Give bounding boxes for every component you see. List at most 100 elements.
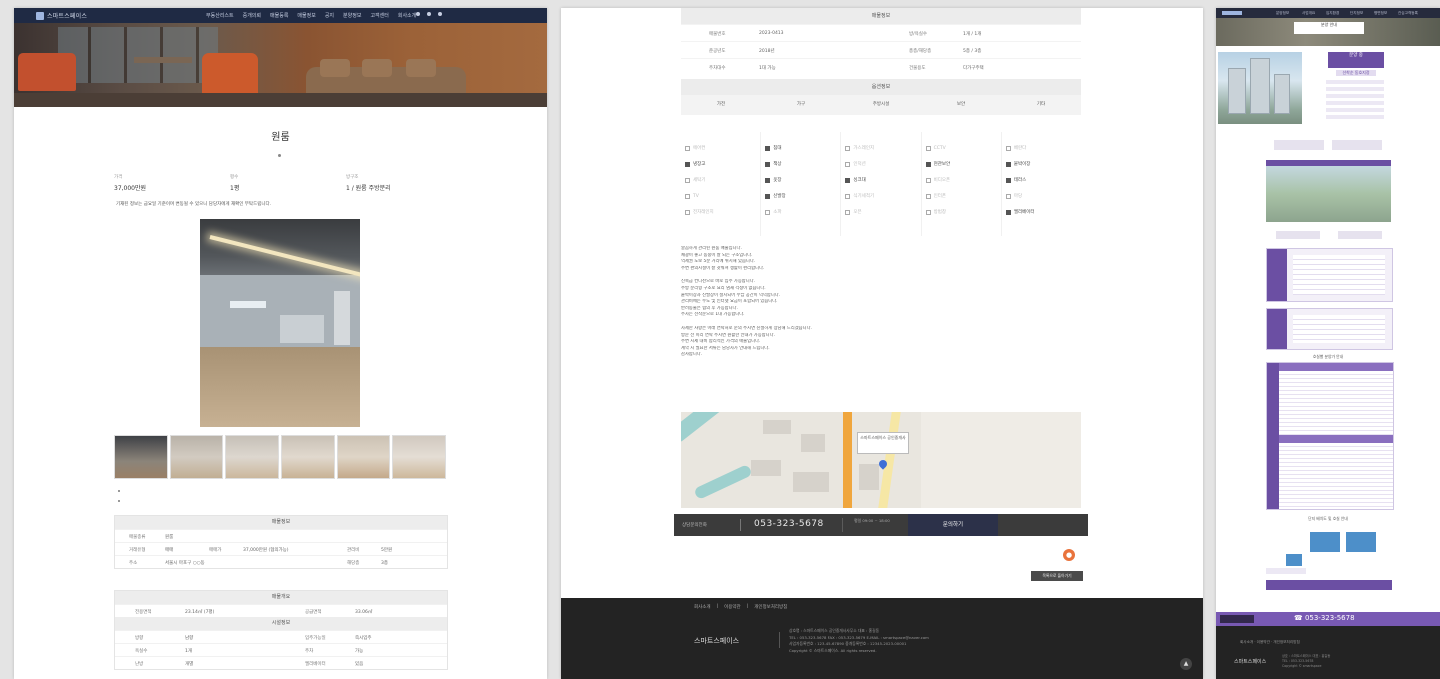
checkbox-icon [765,193,771,199]
search-icon[interactable] [427,12,431,16]
back-to-list-button[interactable]: 목록으로 돌아가기 [1031,571,1083,581]
hero-banner-image [14,23,547,107]
option-label: 가스레인지 [853,146,875,151]
logo-icon [36,11,44,20]
menu-item[interactable]: 사업개요 [1302,11,1315,16]
column-header: 기타 [1036,102,1046,107]
section-caption: 호실별 분양가 안내 [1312,354,1344,359]
option-item: 비디오폰 [922,172,1001,188]
menu-item[interactable]: 부동산리스트 [206,12,234,19]
menu-item[interactable]: 고객센터 [370,12,388,19]
thumbnail[interactable] [281,435,335,479]
photo-thumbnails [114,435,447,479]
option-item: 마당 [1002,188,1081,204]
promo-list [1326,80,1384,122]
site-plan-diagram[interactable] [1266,528,1392,600]
page-title: 원룸 [271,132,290,143]
checkbox-icon [1005,161,1011,167]
option-item: 오븐 [841,204,920,220]
checkbox-icon [685,145,690,151]
table-subheader: 시설정보 [115,617,447,630]
table-header: 매물정보 [681,8,1081,24]
detail-line: 자세한 사항은 아래 연락처로 문의 주시면 친절하게 상담해 드리겠습니다. [681,325,812,331]
top-navigation: 스마트스페이스 부동산리스트 중개의뢰 매물등록 매물정보 공지 분양정보 고객… [14,8,547,23]
menu-item[interactable]: 회사소개 [398,12,416,19]
option-item: 인덕션 [841,156,920,172]
option-item: 방범창 [922,204,1001,220]
hero-chair [18,53,76,91]
table-header: 매물개요 [115,591,447,604]
menu-item[interactable]: 분양정보 [343,12,361,19]
detail-line: 깔끔하게 관리된 원룸 매물입니다. [681,246,742,251]
menu-icon[interactable] [438,12,442,16]
checkbox-icon [925,177,931,183]
scroll-top-button[interactable]: ▲ [1180,658,1192,670]
column-header: 가전 [716,102,726,107]
menu-item[interactable]: 매물등록 [270,12,288,19]
inquiry-button[interactable]: 문의하기 [908,514,998,536]
menu-item[interactable]: 평면정보 [1374,11,1387,16]
call-phone[interactable]: ☎ 053-323-5678 [1294,614,1355,622]
menu-item[interactable]: 분양정보 [1276,11,1289,16]
checkbox-icon [1005,209,1011,215]
stat-value: 1평 [230,185,240,192]
option-label: 옷장 [773,178,782,183]
contact-phone[interactable]: 053-323-5678 [754,519,824,529]
option-item: 침대 [761,140,840,156]
menu-item[interactable]: 중개의뢰 [243,12,261,19]
menu-item[interactable]: 단지정보 [1350,11,1363,16]
menu-item[interactable]: 매물정보 [297,12,315,19]
hero-title: 분양 안내 [1294,22,1364,34]
call-banner[interactable]: ☎ 053-323-5678 [1216,612,1440,626]
promo-section: 분양 중 선착순 동호지정 [1216,48,1440,128]
chat-icon[interactable]: ● [1063,549,1075,561]
stat-label: 평수 [230,175,239,180]
location-map[interactable]: 스마트스페이스 공인중개사 [681,412,1081,508]
overview-box [1266,248,1393,302]
detail-line: 주변 시세 대비 합리적인 가격의 매물입니다. [681,339,761,345]
footer-link[interactable]: 개인정보처리방침 [754,604,787,610]
footer-links[interactable]: 회사소개 · 이용약관 · 개인정보처리방침 [1240,640,1300,645]
detail-line: 주변 편의시설이 잘 갖춰져 생활이 편리합니다. [681,265,765,271]
option-label: 침대 [773,146,782,151]
main-room-photo[interactable] [200,219,360,427]
detail-line: 방문 전 미리 연락 주시면 원활한 안내가 가능합니다. [681,332,775,338]
info-strip [1266,228,1391,242]
stat-value: 37,000만원 [114,185,147,192]
option-item: 베란다 [1002,140,1081,156]
menu-item[interactable]: 관심고객등록 [1398,11,1418,16]
checkbox-icon [845,193,851,199]
thumbnail[interactable] [392,435,447,479]
checkbox-icon [685,193,690,199]
checkbox-icon [925,145,931,151]
footer-link[interactable]: 이용약관 [724,604,741,610]
site-logo[interactable]: 스마트스페이스 [36,11,87,20]
option-label: 붙박이장 [1013,162,1031,167]
menu-item[interactable]: 공지 [325,12,334,19]
column-header: 보안 [956,102,966,107]
option-item: 세탁기 [681,172,760,188]
option-label: 인덕션 [853,162,866,167]
aerial-map-image[interactable] [1266,160,1391,222]
detail-line: 주방 분리형 구조로 요리 냄새 걱정이 없습니다. [681,285,766,291]
thumbnail[interactable] [169,435,224,479]
site-footer: 회사소개 | 이용약관 | 개인정보처리방침 스마트스페이스 상호명 : 스마트… [561,598,1203,679]
thumbnail[interactable] [336,435,391,479]
user-icon[interactable] [416,12,420,16]
menu-item[interactable]: 입지환경 [1326,11,1339,16]
contact-label: 상담문의전화 [682,523,707,528]
detail-line: 채광이 좋고 통풍이 잘 되는 구조입니다. [681,252,753,258]
option-item: 전자레인지 [681,204,760,220]
price-stat: 가격 37,000만원 [114,174,146,192]
detail-paragraph: 깔끔하게 관리된 원룸 매물입니다. 채광이 좋고 통풍이 잘 되는 구조입니다.… [681,246,1101,272]
footer-link[interactable]: 회사소개 [694,604,711,610]
listing-page-top: 스마트스페이스 부동산리스트 중개의뢰 매물등록 매물정보 공지 분양정보 고객… [14,8,547,679]
detail-line: 반려동물은 협의 후 가능합니다. [681,305,738,311]
presale-page: 분양정보 사업개요 입지환경 단지정보 평면정보 관심고객등록 분양 안내 분양… [1216,8,1440,679]
options-column: CCTV 현관보안 비디오폰 인터폰 방범창 [922,132,1002,236]
thumbnail[interactable] [225,435,280,479]
option-item: 싱크대 [841,172,920,188]
options-columns: 가전 가구 주방시설 보안 기타 [681,95,1081,115]
thumbnail[interactable] [114,435,168,479]
option-label: 식기세척기 [853,194,875,199]
